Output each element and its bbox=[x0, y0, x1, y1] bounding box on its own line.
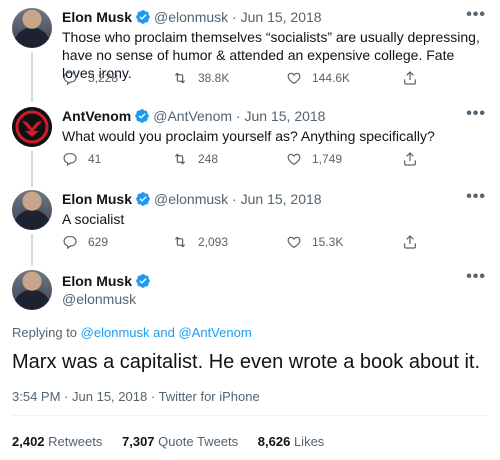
tweet-text: What would you proclaim yourself as? Any… bbox=[62, 128, 435, 144]
tweet-date[interactable]: Jun 15, 2018 bbox=[245, 108, 326, 124]
likes-stat[interactable]: 8,626 Likes bbox=[258, 434, 325, 449]
tweet-date[interactable]: Jun 15, 2018 bbox=[241, 191, 322, 207]
quote-tweets-stat[interactable]: 7,307 Quote Tweets bbox=[122, 434, 238, 449]
reply-button[interactable]: 41 bbox=[62, 151, 101, 167]
quote-tweets-count: 7,307 bbox=[122, 434, 155, 449]
like-icon bbox=[287, 236, 301, 249]
retweet-button[interactable]: 2,093 bbox=[172, 234, 228, 250]
more-icon[interactable]: ••• bbox=[466, 7, 486, 23]
like-button[interactable]: 1,749 bbox=[286, 151, 342, 167]
like-count: 1,749 bbox=[312, 152, 343, 166]
like-count: 144.6K bbox=[312, 71, 351, 85]
tweet-actions: 629 2,093 15.3K bbox=[62, 234, 442, 252]
reply-icon bbox=[63, 153, 77, 167]
author-name[interactable]: Elon Musk bbox=[62, 273, 132, 289]
quote-tweets-label: Quote Tweets bbox=[158, 434, 239, 449]
tweet-actions: 5,228 38.8K 144.6K bbox=[62, 70, 442, 88]
separator-dot: · bbox=[150, 389, 156, 404]
author-handle[interactable]: @elonmusk bbox=[62, 290, 136, 308]
reply-icon bbox=[63, 236, 77, 250]
verified-badge-icon bbox=[135, 9, 151, 29]
reply-count: 41 bbox=[88, 152, 102, 166]
author-name[interactable]: Elon Musk bbox=[62, 191, 132, 207]
retweet-button[interactable]: 248 bbox=[172, 151, 218, 167]
tweet-text: A socialist bbox=[62, 211, 125, 227]
verified-badge-icon bbox=[135, 191, 151, 211]
like-button[interactable]: 15.3K bbox=[286, 234, 343, 250]
separator-dot: · bbox=[64, 389, 69, 404]
avatar-elonmusk[interactable] bbox=[12, 8, 52, 48]
tweet-header: AntVenom @AntVenom · Jun 15, 2018 bbox=[62, 107, 325, 125]
main-tweet-text: Marx was a capitalist. He even wrote a b… bbox=[12, 351, 481, 373]
retweet-count: 2,093 bbox=[198, 235, 229, 249]
replying-and: and bbox=[153, 325, 175, 340]
retweet-icon bbox=[174, 72, 186, 84]
reply-button[interactable]: 5,228 bbox=[62, 70, 118, 86]
author-handle[interactable]: @elonmusk bbox=[154, 191, 228, 207]
thread-line bbox=[31, 52, 33, 102]
retweets-label: Retweets bbox=[48, 434, 103, 449]
reply-button[interactable]: 629 bbox=[62, 234, 108, 250]
verified-badge-icon bbox=[135, 273, 151, 293]
main-tweet: Elon Musk @elonmusk ••• Replying to @elo… bbox=[0, 269, 500, 460]
share-icon bbox=[404, 152, 416, 166]
divider bbox=[12, 415, 488, 416]
reply-count: 629 bbox=[88, 235, 109, 249]
tweet-header: Elon Musk @elonmusk · Jun 15, 2018 bbox=[62, 8, 322, 26]
like-count: 15.3K bbox=[312, 235, 344, 249]
thread-line bbox=[31, 151, 33, 187]
verified-badge-icon bbox=[134, 108, 150, 128]
share-icon bbox=[404, 71, 416, 85]
tweet-1[interactable]: Elon Musk @elonmusk · Jun 15, 2018 ••• Th… bbox=[0, 7, 500, 103]
author-name[interactable]: Elon Musk bbox=[62, 9, 132, 25]
thread-line bbox=[31, 234, 33, 266]
replying-prefix: Replying to bbox=[12, 325, 78, 340]
replying-to: Replying to @elonmusk and @AntVenom bbox=[12, 325, 252, 340]
like-button[interactable]: 144.6K bbox=[286, 70, 350, 86]
antvenom-logo-icon bbox=[12, 107, 52, 147]
avatar-elonmusk[interactable] bbox=[12, 270, 52, 310]
share-button[interactable] bbox=[402, 70, 418, 86]
more-icon[interactable]: ••• bbox=[466, 189, 486, 205]
likes-label: Likes bbox=[293, 434, 325, 449]
tweet-date[interactable]: Jun 15, 2018 bbox=[72, 389, 147, 404]
more-icon[interactable]: ••• bbox=[466, 106, 486, 122]
likes-count: 8,626 bbox=[257, 434, 291, 449]
retweet-icon bbox=[174, 236, 186, 248]
tweet-actions: 41 248 1,749 bbox=[62, 151, 442, 169]
tweet-2[interactable]: AntVenom @AntVenom · Jun 15, 2018 ••• Wha… bbox=[0, 106, 500, 187]
share-button[interactable] bbox=[402, 234, 418, 250]
author-name[interactable]: AntVenom bbox=[62, 108, 131, 124]
separator-dot: · bbox=[232, 9, 237, 25]
retweets-count: 2,402 bbox=[12, 434, 45, 449]
like-icon bbox=[287, 72, 301, 85]
tweet-client[interactable]: Twitter for iPhone bbox=[159, 389, 260, 404]
retweets-stat[interactable]: 2,402 Retweets bbox=[12, 434, 102, 449]
share-button[interactable] bbox=[402, 151, 418, 167]
engagement-stats: 2,402 Retweets 7,307 Quote Tweets 8,626 … bbox=[12, 434, 340, 449]
avatar-antvenom[interactable] bbox=[12, 107, 52, 147]
separator-dot: · bbox=[235, 108, 241, 124]
avatar-elonmusk[interactable] bbox=[12, 190, 52, 230]
retweet-count: 248 bbox=[198, 152, 219, 166]
more-icon[interactable]: ••• bbox=[466, 269, 486, 285]
author-handle[interactable]: @elonmusk bbox=[154, 9, 228, 25]
reply-count: 5,228 bbox=[88, 71, 119, 85]
like-icon bbox=[287, 153, 301, 166]
replying-user-link[interactable]: @elonmusk bbox=[81, 325, 150, 340]
tweet-header: Elon Musk @elonmusk · Jun 15, 2018 bbox=[62, 190, 322, 208]
retweet-icon bbox=[174, 153, 186, 165]
replying-user-link[interactable]: @AntVenom bbox=[178, 325, 251, 340]
tweet-date[interactable]: Jun 15, 2018 bbox=[241, 9, 322, 25]
share-icon bbox=[404, 235, 416, 249]
tweet-3[interactable]: Elon Musk @elonmusk · Jun 15, 2018 ••• A … bbox=[0, 189, 500, 270]
retweet-count: 38.8K bbox=[198, 71, 230, 85]
reply-icon bbox=[63, 72, 77, 86]
tweet-time[interactable]: 3:54 PM bbox=[12, 389, 60, 404]
separator-dot: · bbox=[232, 191, 237, 207]
tweet-meta: 3:54 PM · Jun 15, 2018 · Twitter for iPh… bbox=[12, 389, 260, 404]
author-handle[interactable]: @AntVenom bbox=[153, 108, 232, 124]
retweet-button[interactable]: 38.8K bbox=[172, 70, 229, 86]
